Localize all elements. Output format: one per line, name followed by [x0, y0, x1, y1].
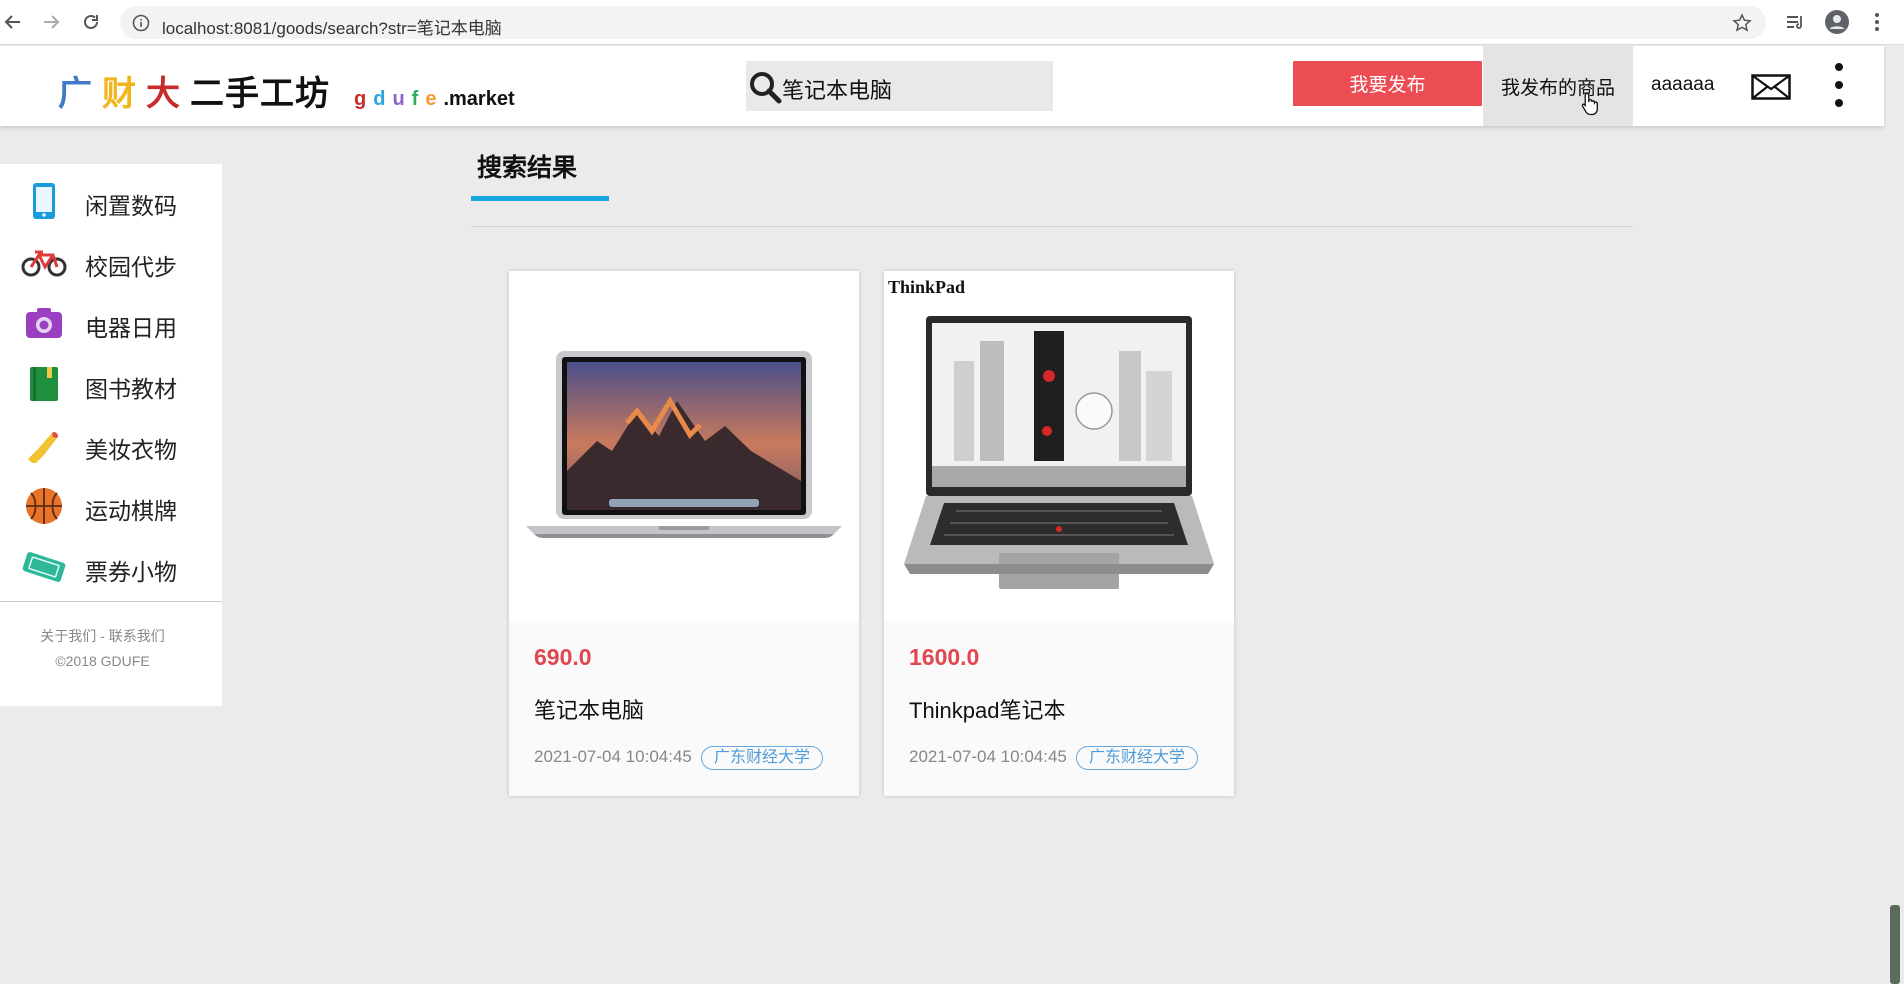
browser-menu-icon[interactable] — [1864, 9, 1890, 35]
logo-char: 广 — [58, 75, 92, 113]
browser-toolbar: localhost:8081/goods/search?str=笔记本电脑 — [0, 0, 1904, 45]
bicycle-icon — [20, 242, 68, 282]
camera-icon — [20, 303, 68, 343]
product-date: 2021-07-04 10:04:45 — [909, 747, 1067, 766]
logo-title: 二手工坊 — [190, 75, 330, 113]
search-input[interactable]: 笔记本电脑 — [782, 73, 892, 105]
sidebar-item-transport[interactable]: 校园代步 — [0, 234, 222, 290]
hand-cursor-icon — [1581, 92, 1599, 121]
sidebar-item-tickets[interactable]: 票券小物 — [0, 539, 222, 595]
site-info-icon[interactable] — [132, 14, 150, 37]
logo-market: .market — [443, 88, 515, 110]
search-icon[interactable] — [748, 71, 784, 110]
thinkpad-logo: ThinkPad — [888, 277, 965, 297]
forward-icon[interactable] — [38, 9, 64, 35]
sidebar-item-appliances[interactable]: 电器日用 — [0, 295, 222, 351]
sidebar-item-label: 图书教材 — [85, 376, 177, 402]
footer-links[interactable]: 关于我们 - 联系我们 — [0, 626, 205, 646]
sidebar-divider — [0, 601, 222, 602]
logo-char: 财 — [102, 75, 136, 113]
back-icon[interactable] — [0, 9, 26, 35]
site-header: 广 财 大 二手工坊 g d u f e .market 笔记本电脑 我要发布 … — [0, 46, 1884, 126]
sidebar-item-digital[interactable]: 闲置数码 — [0, 173, 222, 229]
sidebar-item-label: 运动棋牌 — [85, 498, 177, 524]
logo-letter: f — [411, 88, 419, 110]
school-badge[interactable]: 广东财经大学 — [701, 746, 824, 770]
logo-char: 大 — [146, 75, 180, 113]
sidebar-item-label: 电器日用 — [85, 315, 177, 341]
thinkpad-image[interactable]: ThinkPad — [884, 271, 1234, 621]
product-title[interactable]: 笔记本电脑 — [534, 693, 644, 725]
sidebar-item-books[interactable]: 图书教材 — [0, 356, 222, 412]
search-box[interactable]: 笔记本电脑 — [746, 61, 1053, 111]
site-logo[interactable]: 广 财 大 二手工坊 g d u f e .market — [58, 66, 515, 115]
profile-avatar-icon[interactable] — [1824, 9, 1850, 35]
logo-letter: g — [354, 88, 367, 110]
sidebar-item-label: 美妆衣物 — [85, 437, 177, 463]
product-card[interactable]: ThinkPad 1600.0 Thinkpad笔记本 2021-07-04 1… — [884, 271, 1234, 796]
my-goods-link[interactable]: 我发布的商品 — [1483, 46, 1633, 126]
logo-letter: u — [392, 88, 405, 110]
publish-button[interactable]: 我要发布 — [1293, 61, 1482, 106]
reload-icon[interactable] — [78, 9, 104, 35]
scrollbar-thumb[interactable] — [1890, 905, 1900, 984]
active-tab-underline — [471, 196, 609, 201]
ticket-icon — [20, 547, 68, 587]
product-card[interactable]: 690.0 笔记本电脑 2021-07-04 10:04:45 广东财经大学 — [509, 271, 859, 796]
macbook-image[interactable] — [509, 271, 859, 621]
sidebar-item-label: 票券小物 — [85, 559, 177, 585]
username-link[interactable]: aaaaaa — [1651, 74, 1714, 96]
section-divider — [471, 226, 1633, 227]
category-sidebar: 闲置数码 校园代步 电器日用 图书教材 美妆衣物 运动棋牌 票券小物 关于我们 … — [0, 164, 222, 706]
sidebar-item-label: 校园代步 — [85, 254, 177, 280]
sidebar-item-label: 闲置数码 — [85, 193, 177, 219]
school-badge[interactable]: 广东财经大学 — [1076, 746, 1199, 770]
sidebar-item-beauty[interactable]: 美妆衣物 — [0, 417, 222, 473]
bookmark-star-icon[interactable] — [1732, 13, 1752, 38]
page-title: 搜索结果 — [477, 154, 578, 182]
address-bar[interactable]: localhost:8081/goods/search?str=笔记本电脑 — [120, 6, 1766, 39]
phone-icon — [20, 181, 68, 221]
product-title[interactable]: Thinkpad笔记本 — [909, 693, 1066, 725]
book-icon — [20, 364, 68, 404]
logo-letter: e — [425, 88, 437, 110]
basketball-icon — [20, 486, 68, 526]
lipstick-icon — [20, 425, 68, 465]
url-text[interactable]: localhost:8081/goods/search?str=笔记本电脑 — [162, 14, 502, 39]
product-price: 1600.0 — [909, 644, 980, 670]
reading-list-icon[interactable] — [1782, 9, 1808, 35]
product-price: 690.0 — [534, 644, 592, 670]
logo-letter: d — [373, 88, 386, 110]
sidebar-item-sports[interactable]: 运动棋牌 — [0, 478, 222, 534]
more-menu-icon[interactable] — [1834, 62, 1844, 113]
copyright-text: ©2018 GDUFE — [55, 653, 150, 669]
product-date: 2021-07-04 10:04:45 — [534, 747, 692, 766]
mail-icon[interactable] — [1751, 74, 1791, 105]
